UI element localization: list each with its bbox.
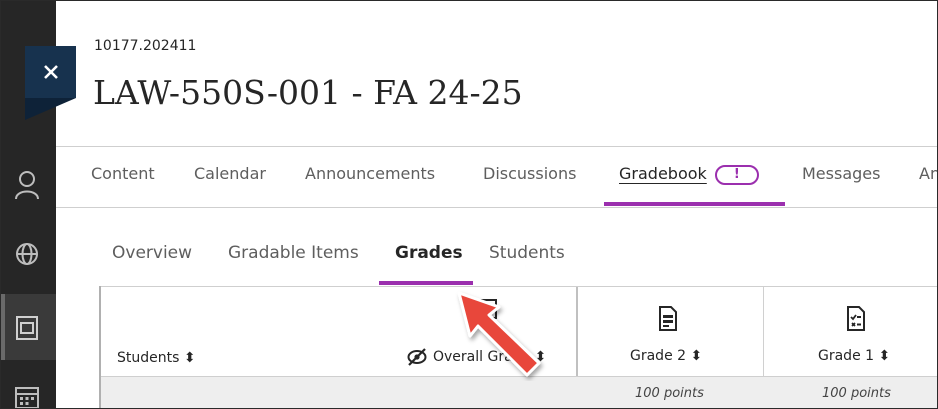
grade-2-column-header[interactable]: Grade 2 ⬍: [630, 348, 702, 364]
courses-icon[interactable]: [10, 311, 44, 345]
close-icon: [43, 65, 58, 79]
tab-analytics[interactable]: An: [919, 164, 937, 183]
tab-gradebook[interactable]: Gradebook!: [619, 164, 759, 185]
course-id: 10177.202411: [94, 38, 197, 54]
close-button[interactable]: [25, 46, 76, 98]
tabs-divider: [56, 207, 937, 208]
grade-1-column-header[interactable]: Grade 1 ⬍: [818, 348, 890, 364]
subtab-overview[interactable]: Overview: [112, 243, 192, 263]
tab-content[interactable]: Content: [91, 164, 155, 183]
user-icon[interactable]: [10, 168, 44, 202]
students-column-header[interactable]: Students ⬍: [117, 350, 196, 366]
globe-icon[interactable]: [10, 237, 44, 271]
gradebook-alert-badge: !: [714, 164, 759, 185]
subtab-gradable-items[interactable]: Gradable Items: [228, 243, 359, 263]
annotation-arrow: [457, 291, 541, 377]
close-button-flag: [25, 98, 76, 120]
page-title: LAW-550S-001 - FA 24-25: [93, 73, 523, 112]
test-icon: [847, 306, 865, 331]
subtab-students[interactable]: Students: [489, 243, 565, 263]
tab-announcements[interactable]: Announcements: [305, 164, 435, 183]
app-frame: 10177.202411 LAW-550S-001 - FA 24-25 Con…: [0, 0, 938, 409]
active-tab-underline: [604, 202, 785, 206]
grade-1-points: 100 points: [822, 386, 891, 401]
calendar-icon[interactable]: [10, 380, 44, 408]
tab-gradebook-label: Gradebook: [619, 164, 707, 183]
subtab-grades[interactable]: Grades: [395, 243, 463, 263]
grade-2-points: 100 points: [635, 386, 704, 401]
header-divider: [56, 146, 937, 147]
tab-messages[interactable]: Messages: [802, 164, 880, 183]
hidden-from-students-icon: [407, 348, 427, 370]
tab-calendar[interactable]: Calendar: [194, 164, 266, 183]
tab-discussions[interactable]: Discussions: [483, 164, 576, 183]
assignment-icon: [659, 306, 677, 331]
